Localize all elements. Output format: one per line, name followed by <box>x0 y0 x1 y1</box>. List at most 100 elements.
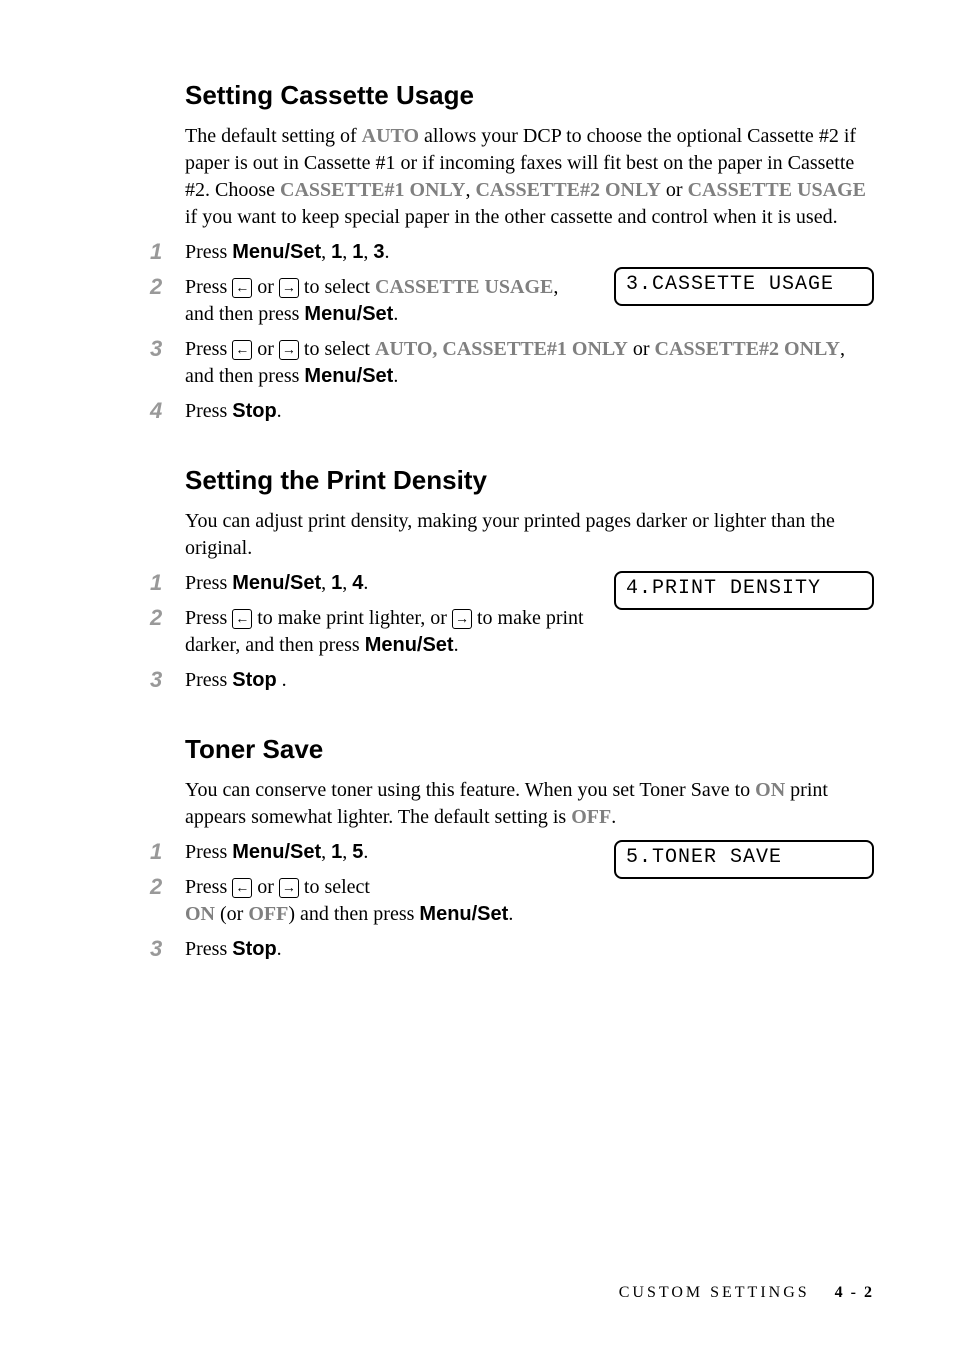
step-number: 3 <box>150 336 185 362</box>
text: , <box>321 241 331 263</box>
step-content: Press ← or → to select CASSETTE USAGE, a… <box>185 274 565 328</box>
text: . <box>393 365 398 387</box>
text: . <box>363 841 368 863</box>
step-number: 2 <box>150 605 185 631</box>
text: , <box>342 241 352 263</box>
step-number: 3 <box>150 936 185 962</box>
footer-page-number: 4 - 2 <box>835 1284 874 1301</box>
text: , <box>363 241 373 263</box>
text: , <box>432 338 442 360</box>
key-menuset: Menu/Set <box>232 841 321 863</box>
intro-text: if you want to keep special paper in the… <box>185 206 838 228</box>
left-arrow-icon: ← <box>232 878 252 898</box>
intro-text: , <box>465 179 475 201</box>
text: Press <box>185 338 232 360</box>
step-content: Press Stop . <box>185 667 874 694</box>
text: . <box>393 303 398 325</box>
step-number: 1 <box>150 570 185 596</box>
text: Press <box>185 572 232 594</box>
step-3: 3 Press Stop. <box>150 936 874 963</box>
intro-text: The default setting of <box>185 125 362 147</box>
text: Press <box>185 241 232 263</box>
right-arrow-icon: → <box>279 340 299 360</box>
section-toner-save: Toner Save You can conserve toner using … <box>150 734 874 963</box>
keyword-auto: AUTO <box>362 125 419 147</box>
section-cassette-usage: Setting Cassette Usage The default setti… <box>150 80 874 425</box>
text: to make print lighter, or <box>252 607 452 629</box>
key-menuset: Menu/Set <box>304 303 393 325</box>
key-1: 1 <box>331 841 342 863</box>
keyword-on: ON <box>755 779 785 801</box>
heading-density: Setting the Print Density <box>185 465 874 496</box>
key-1: 1 <box>352 241 363 263</box>
key-menuset: Menu/Set <box>419 903 508 925</box>
key-menuset: Menu/Set <box>232 572 321 594</box>
step-number: 4 <box>150 398 185 424</box>
keyword-auto: AUTO <box>375 338 432 360</box>
text: . <box>454 634 459 656</box>
heading-cassette: Setting Cassette Usage <box>185 80 874 111</box>
step-content: Press Stop. <box>185 398 874 425</box>
step-content: Press Stop. <box>185 936 874 963</box>
step-number: 3 <box>150 667 185 693</box>
key-stop: Stop <box>232 938 276 960</box>
step-number: 1 <box>150 239 185 265</box>
text: . <box>611 806 616 828</box>
left-arrow-icon: ← <box>232 278 252 298</box>
page-footer: CUSTOM SETTINGS 4 - 2 <box>619 1284 874 1302</box>
text: . <box>363 572 368 594</box>
lcd-display-density: 4.PRINT DENSITY <box>614 571 874 610</box>
text: Press <box>185 841 232 863</box>
key-1: 1 <box>331 241 342 263</box>
text: , <box>321 841 331 863</box>
text: . <box>277 669 287 691</box>
text: to select <box>299 338 375 360</box>
left-arrow-icon: ← <box>232 609 252 629</box>
text: . <box>277 938 282 960</box>
text: ) and then press <box>288 903 419 925</box>
keyword-cassette2: CASSETTE#2 ONLY <box>475 179 660 201</box>
keyword-off: OFF <box>248 903 288 925</box>
key-stop: Stop <box>232 669 276 691</box>
keyword-on: ON <box>185 903 215 925</box>
text: Press <box>185 669 232 691</box>
text: You can conserve toner using this featur… <box>185 779 755 801</box>
text: or <box>628 338 655 360</box>
text: . <box>508 903 513 925</box>
intro-cassette: The default setting of AUTO allows your … <box>185 123 874 231</box>
text: or <box>252 276 279 298</box>
heading-toner: Toner Save <box>185 734 874 765</box>
text: Press <box>185 876 232 898</box>
keyword-cassette2: CASSETTE#2 ONLY <box>655 338 840 360</box>
step-content: Press ← or → to select AUTO, CASSETTE#1 … <box>185 336 874 390</box>
step-number: 2 <box>150 274 185 300</box>
step-content: Press ← or → to select ON (or OFF) and t… <box>185 874 874 928</box>
key-menuset: Menu/Set <box>365 634 454 656</box>
right-arrow-icon: → <box>452 609 472 629</box>
intro-density: You can adjust print density, making you… <box>185 508 874 562</box>
step-number: 2 <box>150 874 185 900</box>
intro-toner: You can conserve toner using this featur… <box>185 777 874 831</box>
lcd-display-cassette: 3.CASSETTE USAGE <box>614 267 874 306</box>
text: , <box>342 572 352 594</box>
footer-section-name: CUSTOM SETTINGS <box>619 1284 810 1301</box>
text: Press <box>185 607 232 629</box>
key-5: 5 <box>352 841 363 863</box>
key-1: 1 <box>331 572 342 594</box>
text: or <box>252 338 279 360</box>
step-4: 4 Press Stop. <box>150 398 874 425</box>
key-menuset: Menu/Set <box>232 241 321 263</box>
key-stop: Stop <box>232 400 276 422</box>
key-3: 3 <box>373 241 384 263</box>
text: Press <box>185 938 232 960</box>
right-arrow-icon: → <box>279 878 299 898</box>
key-4: 4 <box>352 572 363 594</box>
text: . <box>385 241 390 263</box>
text: to select <box>299 876 370 898</box>
keyword-cassette1: CASSETTE#1 ONLY <box>280 179 465 201</box>
intro-text: or <box>661 179 688 201</box>
right-arrow-icon: → <box>279 278 299 298</box>
text: Press <box>185 276 232 298</box>
step-content: Press ← to make print lighter, or → to m… <box>185 605 595 659</box>
left-arrow-icon: ← <box>232 340 252 360</box>
